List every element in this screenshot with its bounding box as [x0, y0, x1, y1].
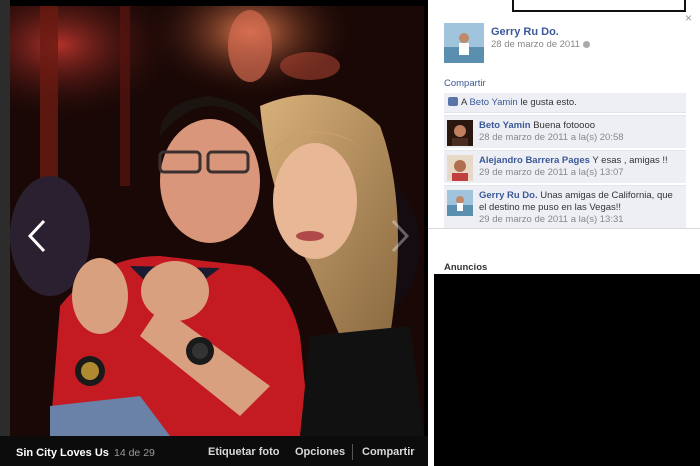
top-frame	[512, 0, 686, 12]
likes-row: A Beto Yamin le gusta esto.	[444, 93, 686, 113]
photo-counter: 14 de 29	[114, 447, 155, 459]
comment-text: Y esas , amigas !!	[592, 155, 668, 166]
ads-area[interactable]	[434, 274, 700, 466]
comment-time: 29 de marzo de 2011 a la(s) 13:07	[479, 167, 624, 178]
owner-avatar[interactable]	[444, 23, 484, 63]
close-icon[interactable]: ×	[685, 11, 692, 25]
action-separator	[352, 444, 353, 460]
commenter-avatar[interactable]	[447, 120, 473, 146]
comment-body: Beto Yamin Buena fotoooo 28 de marzo de …	[479, 120, 679, 144]
previous-photo-arrow-icon[interactable]	[24, 216, 50, 256]
comment-body: Gerry Ru Do. Unas amigas de California, …	[479, 190, 679, 226]
album-title[interactable]: Sin City Loves Us	[16, 447, 109, 459]
feedback-section: A Beto Yamin le gusta esto. Beto Yamin B…	[444, 93, 686, 228]
photo[interactable]	[10, 6, 424, 436]
comment-item: Beto Yamin Buena fotoooo 28 de marzo de …	[444, 115, 686, 148]
comment-body: Alejandro Barrera Pages Y esas , amigas …	[479, 155, 679, 179]
commenter-avatar[interactable]	[447, 190, 473, 216]
photo-image	[10, 6, 424, 436]
commenter-avatar[interactable]	[447, 155, 473, 181]
comment-item: Alejandro Barrera Pages Y esas , amigas …	[444, 150, 686, 183]
comment-author[interactable]: Alejandro Barrera Pages	[479, 155, 590, 166]
share-button[interactable]: Compartir	[362, 446, 415, 458]
owner-date-text: 28 de marzo de 2011	[491, 39, 581, 50]
comment-time: 29 de marzo de 2011 a la(s) 13:31	[479, 214, 624, 225]
photo-viewer: Sin City Loves Us 14 de 29 Etiquetar fot…	[0, 0, 428, 466]
viewer-edge	[0, 0, 10, 466]
next-photo-arrow-icon[interactable]	[387, 216, 413, 256]
photo-action-bar: Sin City Loves Us 14 de 29 Etiquetar fot…	[0, 436, 428, 466]
panel-divider	[428, 228, 700, 229]
likes-suffix: le gusta esto.	[520, 97, 577, 108]
globe-icon	[583, 41, 591, 48]
comment-author[interactable]: Beto Yamin	[479, 120, 531, 131]
photo-info-panel: × Gerry Ru Do. 28 de marzo de 2011 Compa…	[428, 0, 700, 466]
comment-text: Buena fotoooo	[533, 120, 596, 131]
owner-name[interactable]: Gerry Ru Do.	[491, 26, 559, 38]
owner-post-date: 28 de marzo de 2011	[491, 39, 591, 50]
ads-heading: Anuncios	[444, 262, 488, 273]
likes-prefix: A	[461, 97, 467, 108]
like-thumb-icon	[448, 97, 458, 106]
comment-time: 28 de marzo de 2011 a la(s) 20:58	[479, 132, 624, 143]
comment-author[interactable]: Gerry Ru Do.	[479, 190, 538, 201]
options-button[interactable]: Opciones	[295, 446, 345, 458]
comment-item: Gerry Ru Do. Unas amigas de California, …	[444, 185, 686, 228]
likes-name-link[interactable]: Beto Yamin	[469, 97, 517, 108]
tag-photo-button[interactable]: Etiquetar foto	[208, 446, 280, 458]
share-link[interactable]: Compartir	[444, 78, 486, 89]
